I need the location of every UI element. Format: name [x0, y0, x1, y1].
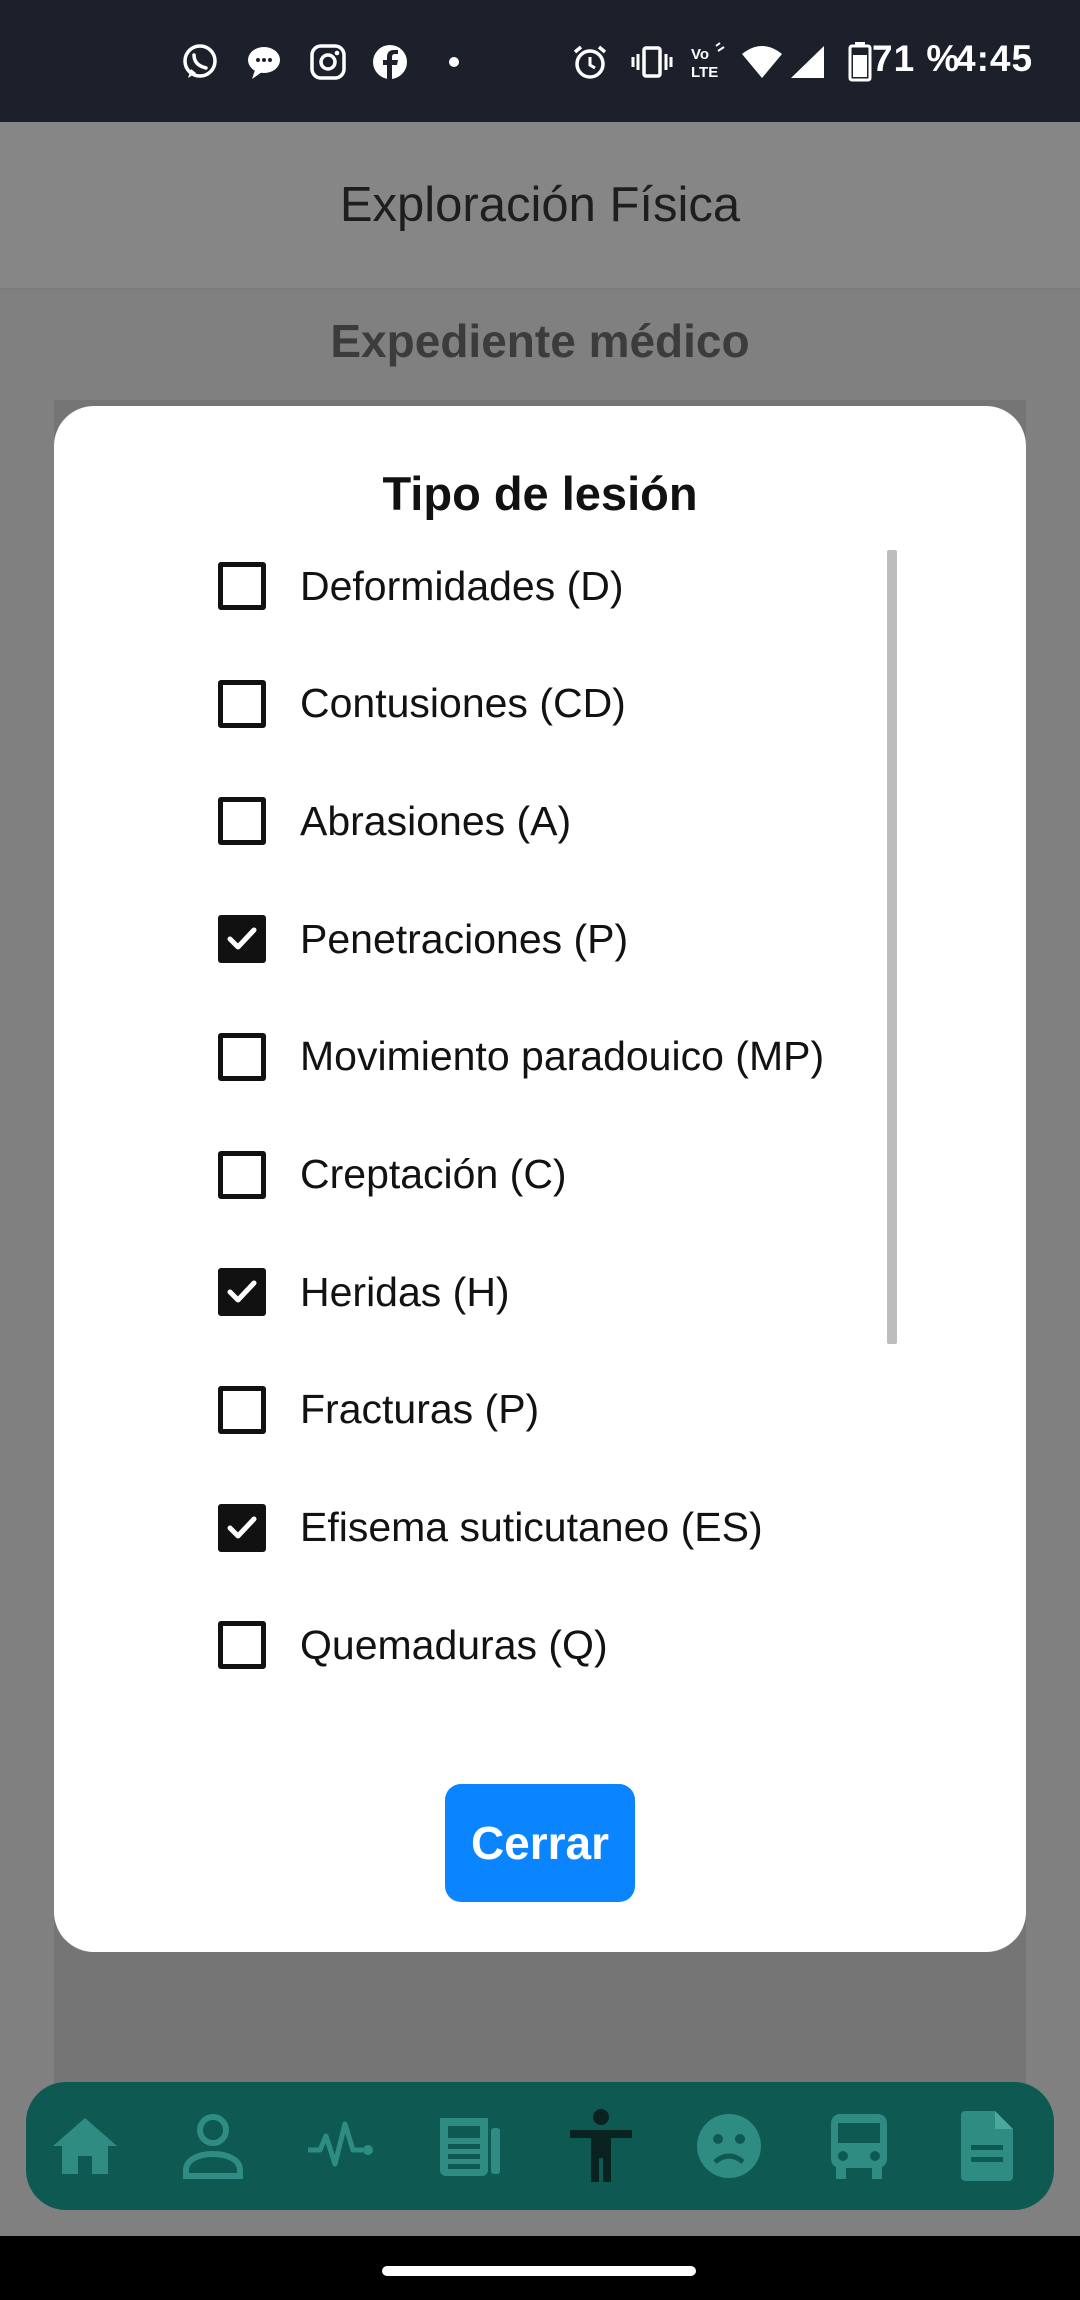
- option-row[interactable]: Fracturas (P): [218, 1370, 539, 1450]
- option-label: Creptación (C): [300, 1151, 567, 1197]
- checkbox-unchecked[interactable]: [218, 1032, 266, 1081]
- app-header: Exploración Física: [0, 122, 1080, 290]
- body-icon[interactable]: [557, 2102, 645, 2190]
- option-row[interactable]: Quemaduras (Q): [218, 1605, 608, 1685]
- bottom-nav: [26, 2082, 1054, 2210]
- alarm-icon: [568, 40, 612, 84]
- signal-icon: [786, 40, 830, 84]
- checkbox-checked[interactable]: [218, 1503, 266, 1552]
- news-icon[interactable]: [426, 2102, 514, 2190]
- checkbox-checked[interactable]: [218, 915, 266, 964]
- option-label: Heridas (H): [300, 1268, 510, 1315]
- checkmark-icon: [227, 927, 257, 950]
- checkbox-checked[interactable]: [218, 1268, 266, 1317]
- bus-icon[interactable]: [815, 2102, 903, 2190]
- whatsapp-icon: [178, 40, 222, 84]
- clock: 4:45: [955, 38, 1034, 79]
- option-row[interactable]: Abrasiones (A): [218, 781, 571, 861]
- option-label: Quemaduras (Q): [300, 1621, 608, 1668]
- option-row[interactable]: Contusiones (CD): [218, 664, 626, 744]
- scrollbar[interactable]: [887, 550, 897, 1344]
- dot-icon: [432, 40, 476, 84]
- checkbox-unchecked[interactable]: [218, 1385, 266, 1434]
- home-gesture-bar[interactable]: [382, 2266, 696, 2276]
- instagram-icon: [306, 40, 350, 84]
- svg-text:LTE: LTE: [691, 64, 718, 81]
- sad-face-icon[interactable]: [685, 2102, 773, 2190]
- option-label: Efisema suticutaneo (ES): [300, 1504, 763, 1551]
- checkbox-unchecked[interactable]: [218, 797, 266, 846]
- volte-icon: Vo LTE: [688, 40, 732, 84]
- user-icon[interactable]: [169, 2102, 257, 2190]
- option-row[interactable]: Penetraciones (P): [218, 899, 628, 979]
- battery-percent: 71 %: [872, 38, 961, 79]
- option-label: Abrasiones (A): [300, 797, 572, 844]
- vitals-icon[interactable]: [298, 2102, 386, 2190]
- checkmark-icon: [227, 1280, 257, 1303]
- option-label: Movimiento paradouico (MP): [300, 1033, 825, 1080]
- option-row[interactable]: Creptación (C): [218, 1135, 567, 1215]
- document-icon[interactable]: [943, 2102, 1031, 2190]
- checkbox-unchecked[interactable]: [218, 1621, 266, 1670]
- checkmark-icon: [227, 1516, 257, 1539]
- wifi-icon: [740, 40, 784, 84]
- option-row[interactable]: Efisema suticutaneo (ES): [218, 1488, 763, 1568]
- svg-text:Vo: Vo: [691, 46, 709, 63]
- section-subtitle: Expediente médico: [330, 315, 750, 367]
- option-label: Penetraciones (P): [300, 915, 629, 962]
- status-bar: Vo LTE 71 % 4:45: [0, 0, 1080, 122]
- messages-icon: [242, 40, 286, 84]
- option-label: Fracturas (P): [300, 1386, 540, 1433]
- checkbox-unchecked[interactable]: [218, 562, 266, 610]
- option-label: Contusiones (CD): [300, 680, 626, 727]
- checkbox-unchecked[interactable]: [218, 679, 266, 728]
- screen: Vo LTE 71 % 4:45 Exploración Física Exped…: [0, 0, 1080, 2300]
- option-label: Deformidades (D): [300, 562, 624, 609]
- dialog-title: Tipo de lesión: [382, 467, 698, 520]
- checkbox-unchecked[interactable]: [218, 1150, 266, 1199]
- option-row[interactable]: Movimiento paradouico (MP): [218, 1017, 824, 1097]
- option-row[interactable]: Deformidades (D): [218, 546, 624, 626]
- facebook-icon: [368, 40, 412, 84]
- vibrate-icon: [630, 40, 674, 84]
- home-icon[interactable]: [41, 2102, 129, 2190]
- option-row[interactable]: Heridas (H): [218, 1252, 510, 1332]
- page-title: Exploración Física: [339, 178, 741, 232]
- injury-type-dialog: Tipo de lesión Deformidades (D) Contusion…: [54, 406, 1026, 1952]
- close-button[interactable]: Cerrar: [445, 1784, 635, 1902]
